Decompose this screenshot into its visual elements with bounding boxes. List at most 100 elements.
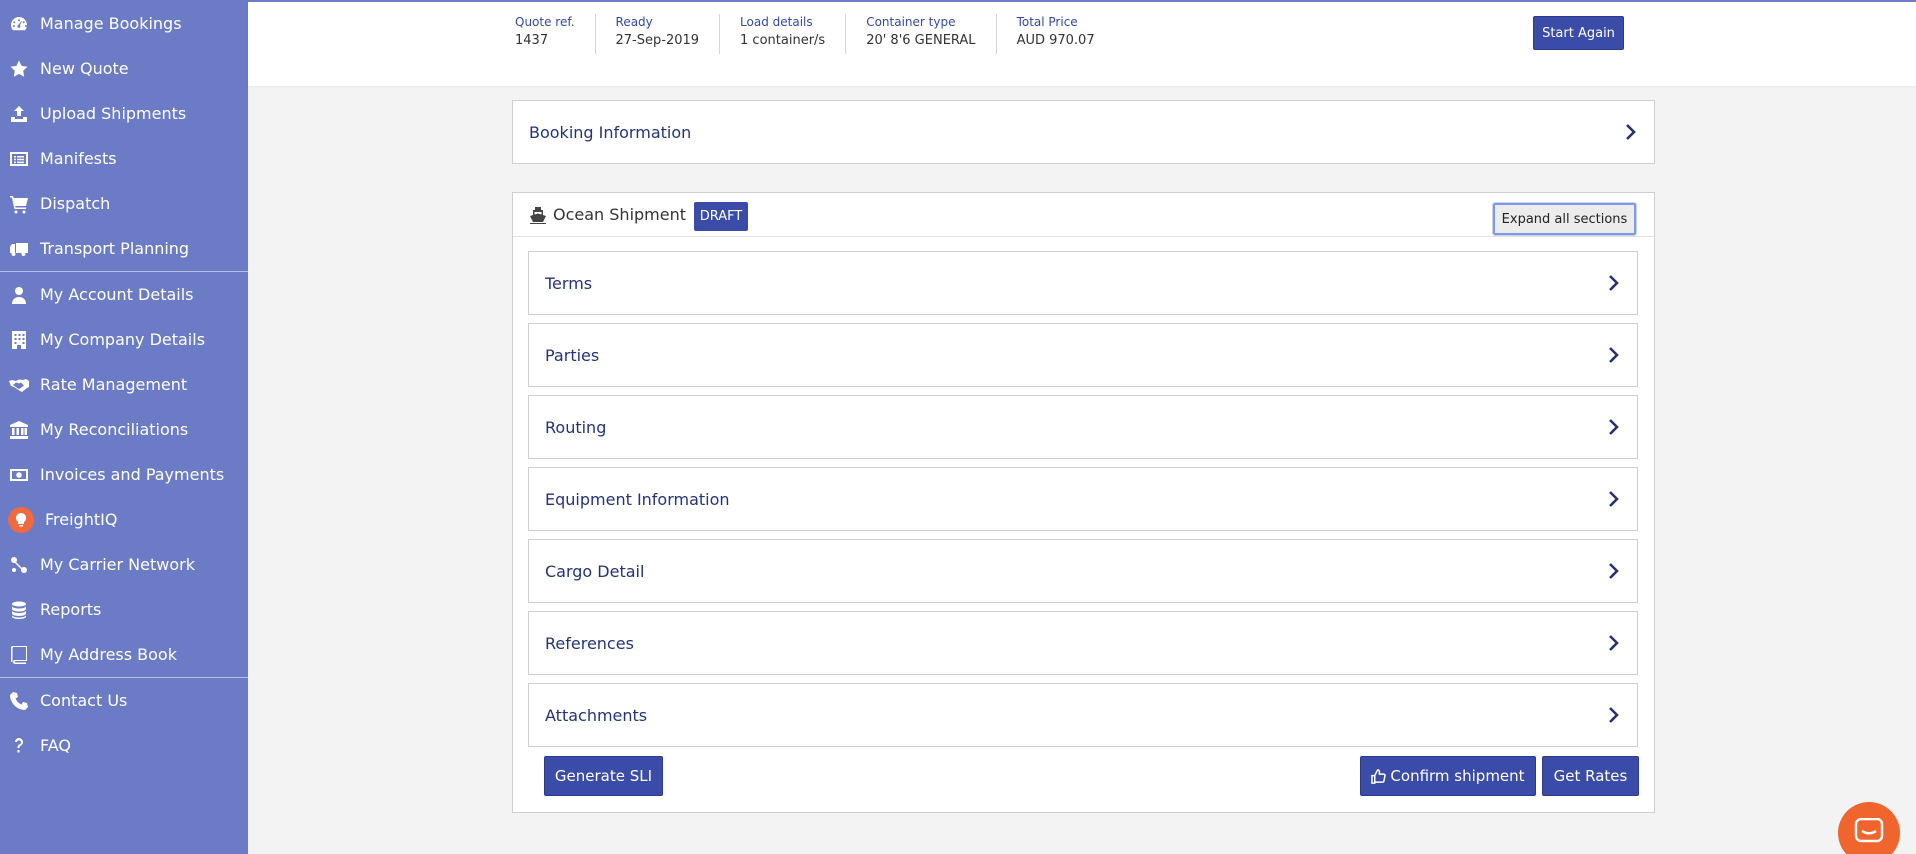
chat-icon [1854,818,1884,843]
sidebar-item-label: My Company Details [40,330,206,349]
handshake-icon [8,374,30,396]
sidebar-item-label: Manage Bookings [40,14,182,33]
sidebar-item-label: FAQ [40,736,71,755]
ocean-shipment-header: Ocean Shipment DRAFT Expand all sections [513,193,1654,237]
ocean-shipment-panel: Ocean Shipment DRAFT Expand all sections… [512,192,1655,813]
question-icon [8,735,30,757]
section-title: Equipment Information [545,489,730,509]
summary-value: 20' 8'6 GENERAL [866,33,976,48]
summary-label: Quote ref. [515,15,575,29]
sidebar-item-upload-shipments[interactable]: Upload Shipments [0,91,248,136]
section-title: Attachments [545,705,648,725]
summary-quote-ref: Quote ref. 1437 [515,14,596,54]
chat-launcher[interactable] [1838,802,1900,854]
summary-label: Ready [615,15,653,29]
summary-ready: Ready 27-Sep-2019 [596,14,721,54]
summary-total-price: Total Price AUD 970.07 [997,14,1115,54]
sidebar-item-rate-management[interactable]: Rate Management [0,362,248,407]
database-icon [8,599,30,621]
status-badge: DRAFT [694,202,748,231]
confirm-shipment-label: Confirm shipment [1390,767,1525,785]
booking-information-title: Booking Information [529,122,692,142]
cart-icon [8,193,30,215]
generate-sli-button[interactable]: Generate SLI [544,756,663,796]
summary-label: Load details [740,15,813,29]
phone-icon [8,690,30,712]
sidebar-item-contact-us[interactable]: Contact Us [0,678,248,723]
chevron-right-icon [1607,418,1621,436]
sidebar-item-label: Rate Management [40,375,188,394]
sidebar-item-invoices-and-payments[interactable]: Invoices and Payments [0,452,248,497]
sidebar-item-label: Upload Shipments [40,104,187,123]
section-cargo-detail[interactable]: Cargo Detail [528,539,1638,603]
money-icon [8,464,30,486]
sidebar-item-freightiq[interactable]: FreightIQ [0,497,248,542]
section-equipment-information[interactable]: Equipment Information [528,467,1638,531]
nav-group-main: Manage Bookings New Quote Upload Shipmen… [0,0,248,272]
sidebar-item-label: Manifests [40,149,117,168]
truck-icon [8,238,30,260]
chevron-right-icon [1607,706,1621,724]
section-parties[interactable]: Parties [528,323,1638,387]
sidebar-item-label: Transport Planning [40,239,190,258]
ocean-shipment-label: Ocean Shipment [553,205,687,224]
sidebar-item-label: Invoices and Payments [40,465,225,484]
sidebar-item-my-carrier-network[interactable]: My Carrier Network [0,542,248,587]
summary-value: AUD 970.07 [1016,33,1095,48]
thumbs-up-icon [1371,768,1387,784]
sidebar-item-manifests[interactable]: Manifests [0,136,248,181]
start-again-button[interactable]: Start Again [1533,16,1624,50]
sidebar-item-manage-bookings[interactable]: Manage Bookings [0,1,248,46]
sidebar-item-new-quote[interactable]: New Quote [0,46,248,91]
chevron-right-icon [1607,274,1621,292]
sidebar-item-my-reconciliations[interactable]: My Reconciliations [0,407,248,452]
sidebar-item-faq[interactable]: FAQ [0,723,248,768]
summary-label: Total Price [1016,15,1078,29]
sidebar-item-dispatch[interactable]: Dispatch [0,181,248,226]
summary-value: 27-Sep-2019 [615,33,700,48]
section-terms[interactable]: Terms [528,251,1638,315]
section-title: Routing [545,417,607,437]
sidebar: Manage Bookings New Quote Upload Shipmen… [0,0,248,854]
section-title: Terms [545,273,593,293]
lightbulb-icon [8,506,34,533]
section-routing[interactable]: Routing [528,395,1638,459]
section-attachments[interactable]: Attachments [528,683,1638,747]
confirm-shipment-button[interactable]: Confirm shipment [1360,756,1536,796]
sidebar-item-label: My Address Book [40,645,177,664]
sidebar-item-label: FreightIQ [45,510,118,529]
sidebar-item-label: Reports [40,600,102,619]
quote-summary-bar: Quote ref. 1437 Ready 27-Sep-2019 Load d… [248,0,1916,86]
chevron-right-icon [1624,123,1638,141]
upload-icon [8,103,30,125]
get-rates-button[interactable]: Get Rates [1542,756,1639,796]
sidebar-item-transport-planning[interactable]: Transport Planning [0,226,248,271]
booking-information-panel[interactable]: Booking Information [512,100,1655,164]
nav-group-help: Contact Us FAQ [0,678,248,768]
ship-icon [529,206,547,224]
summary-load-details: Load details 1 container/s [720,14,847,54]
sidebar-item-label: My Reconciliations [40,420,189,439]
sidebar-item-my-company-details[interactable]: My Company Details [0,317,248,362]
chevron-right-icon [1607,634,1621,652]
nav-group-account: My Account Details My Company Details Ra… [0,272,248,678]
sidebar-item-my-account-details[interactable]: My Account Details [0,272,248,317]
sidebar-item-reports[interactable]: Reports [0,587,248,632]
sidebar-item-label: My Account Details [40,285,194,304]
sidebar-item-my-address-book[interactable]: My Address Book [0,632,248,677]
section-references[interactable]: References [528,611,1638,675]
summary-container-type: Container type 20' 8'6 GENERAL [846,14,997,54]
chevron-right-icon [1607,346,1621,364]
sidebar-item-label: Contact Us [40,691,128,710]
quote-summary: Quote ref. 1437 Ready 27-Sep-2019 Load d… [515,14,1115,54]
summary-value: 1437 [515,33,549,48]
building-icon [8,329,30,351]
book-icon [8,644,30,666]
bank-icon [8,419,30,441]
star-icon [8,58,30,80]
summary-value: 1 container/s [740,33,826,48]
chevron-right-icon [1607,490,1621,508]
expand-all-sections-button[interactable]: Expand all sections [1492,202,1637,236]
section-title: Parties [545,345,600,365]
sidebar-item-label: New Quote [40,59,129,78]
